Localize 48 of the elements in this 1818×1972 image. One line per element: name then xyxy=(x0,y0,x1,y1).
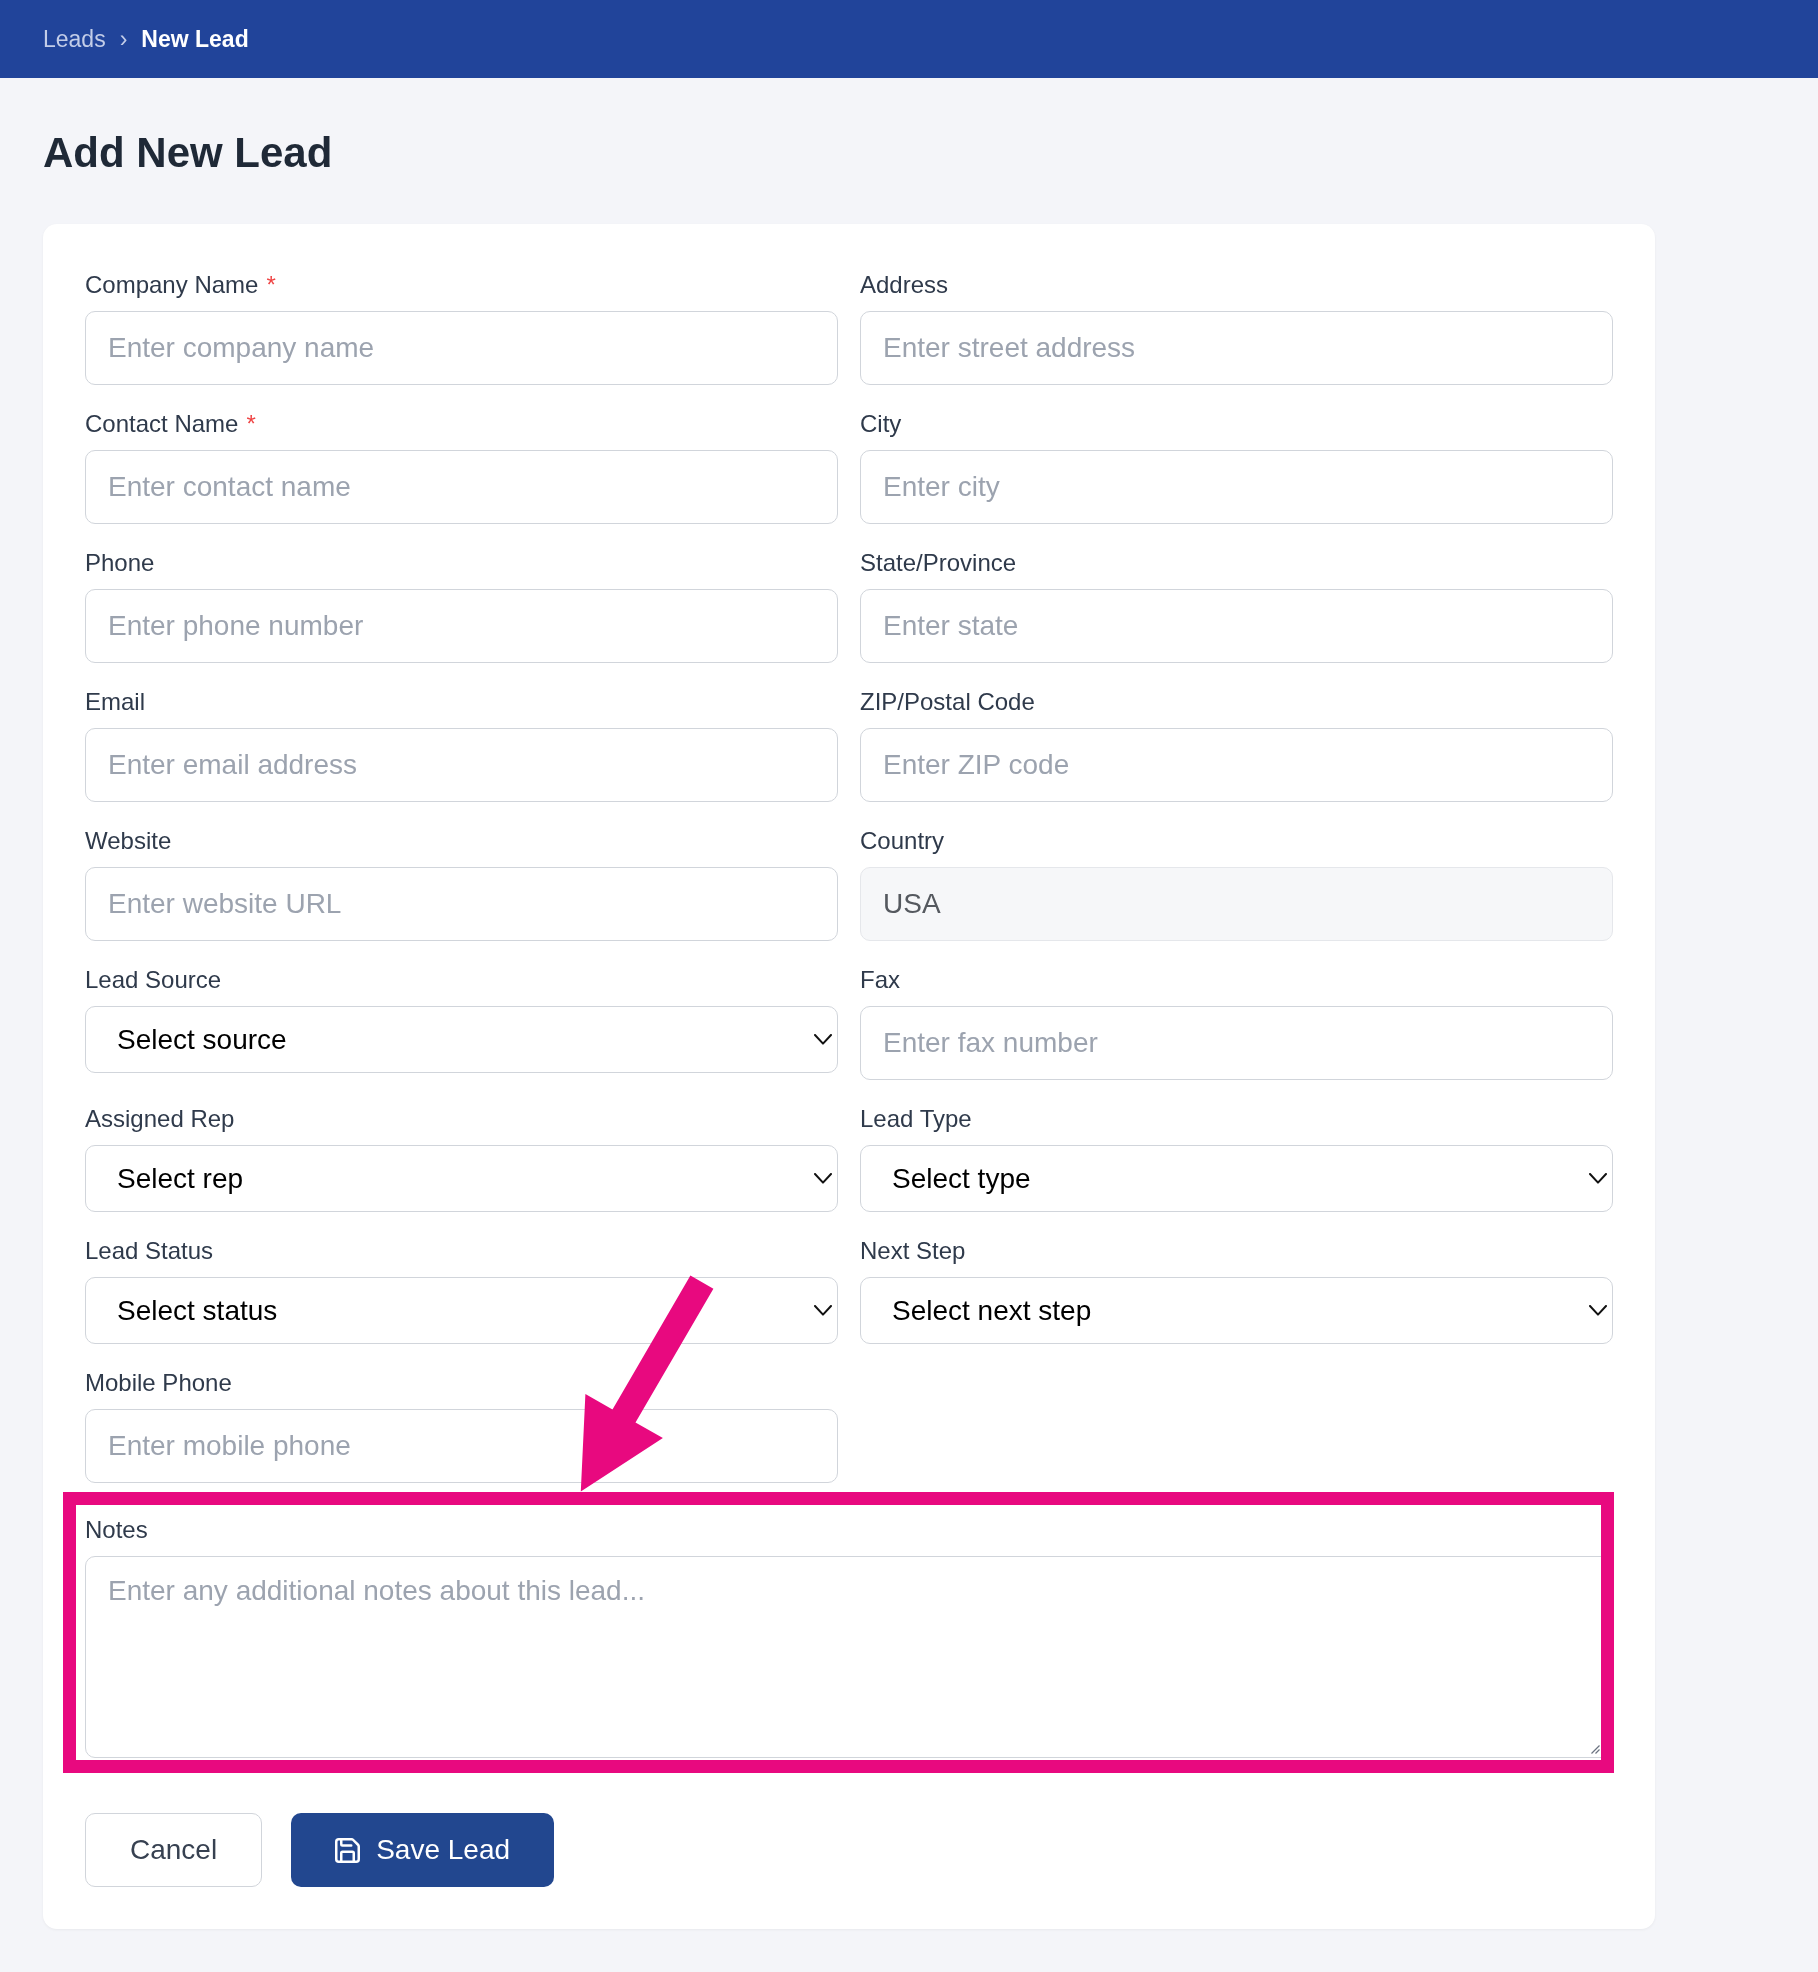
input-field[interactable]: Enter street address xyxy=(860,311,1613,385)
input-field[interactable]: Enter ZIP code xyxy=(860,728,1613,802)
field-label: Website xyxy=(85,826,172,856)
chevron-down-icon xyxy=(1589,1173,1607,1184)
save-button[interactable]: Save Lead xyxy=(291,1813,555,1887)
select-dropdown[interactable]: Select type xyxy=(860,1145,1613,1212)
select-dropdown[interactable]: Select status xyxy=(85,1277,838,1344)
breadcrumb-current[interactable]: New Lead xyxy=(141,21,249,57)
select-dropdown[interactable]: Select next step xyxy=(860,1277,1613,1344)
chevron-down-icon xyxy=(814,1305,832,1316)
field-label: Mobile Phone xyxy=(85,1368,232,1398)
chevron-down-icon xyxy=(814,1034,832,1045)
field-label: Company Name xyxy=(85,270,259,300)
input-field[interactable]: Enter contact name xyxy=(85,450,838,524)
field-label: Fax xyxy=(860,965,900,995)
input-field[interactable]: Enter fax number xyxy=(860,1006,1613,1080)
required-asterisk: * xyxy=(266,270,276,300)
page-title: Add New Lead xyxy=(43,128,333,178)
input-field[interactable]: Enter email address xyxy=(85,728,838,802)
field-label: Assigned Rep xyxy=(85,1104,235,1134)
field-label: Next Step xyxy=(860,1236,966,1266)
field-label: Address xyxy=(860,270,949,300)
field-label: Notes xyxy=(85,1515,148,1545)
field-label: ZIP/Postal Code xyxy=(860,687,1035,717)
chevron-down-icon xyxy=(814,1173,832,1184)
input-field[interactable]: Enter website URL xyxy=(85,867,838,941)
field-label: Country xyxy=(860,826,945,856)
input-field[interactable]: Enter state xyxy=(860,589,1613,663)
breadcrumb-separator: › xyxy=(119,24,128,54)
required-asterisk: * xyxy=(246,409,256,439)
select-dropdown[interactable]: Select rep xyxy=(85,1145,838,1212)
cancel-button[interactable]: Cancel xyxy=(85,1813,263,1887)
input-field[interactable]: Enter mobile phone xyxy=(85,1409,838,1483)
field-label: Lead Source xyxy=(85,965,222,995)
select-dropdown[interactable]: Select source xyxy=(85,1006,838,1073)
field-label: State/Province xyxy=(860,548,1017,578)
chevron-down-icon xyxy=(1589,1305,1607,1316)
resize-handle-icon[interactable] xyxy=(1591,1745,1600,1754)
input-field[interactable]: Enter city xyxy=(860,450,1613,524)
field-label: Lead Type xyxy=(860,1104,972,1134)
field-label: Lead Status xyxy=(85,1236,214,1266)
field-label: City xyxy=(860,409,902,439)
breadcrumb-link[interactable]: Leads xyxy=(43,21,106,57)
input-field[interactable]: Enter company name xyxy=(85,311,838,385)
field-label: Contact Name xyxy=(85,409,239,439)
input-field[interactable]: Enter phone number xyxy=(85,589,838,663)
field-label: Email xyxy=(85,687,145,717)
field-label: Phone xyxy=(85,548,155,578)
